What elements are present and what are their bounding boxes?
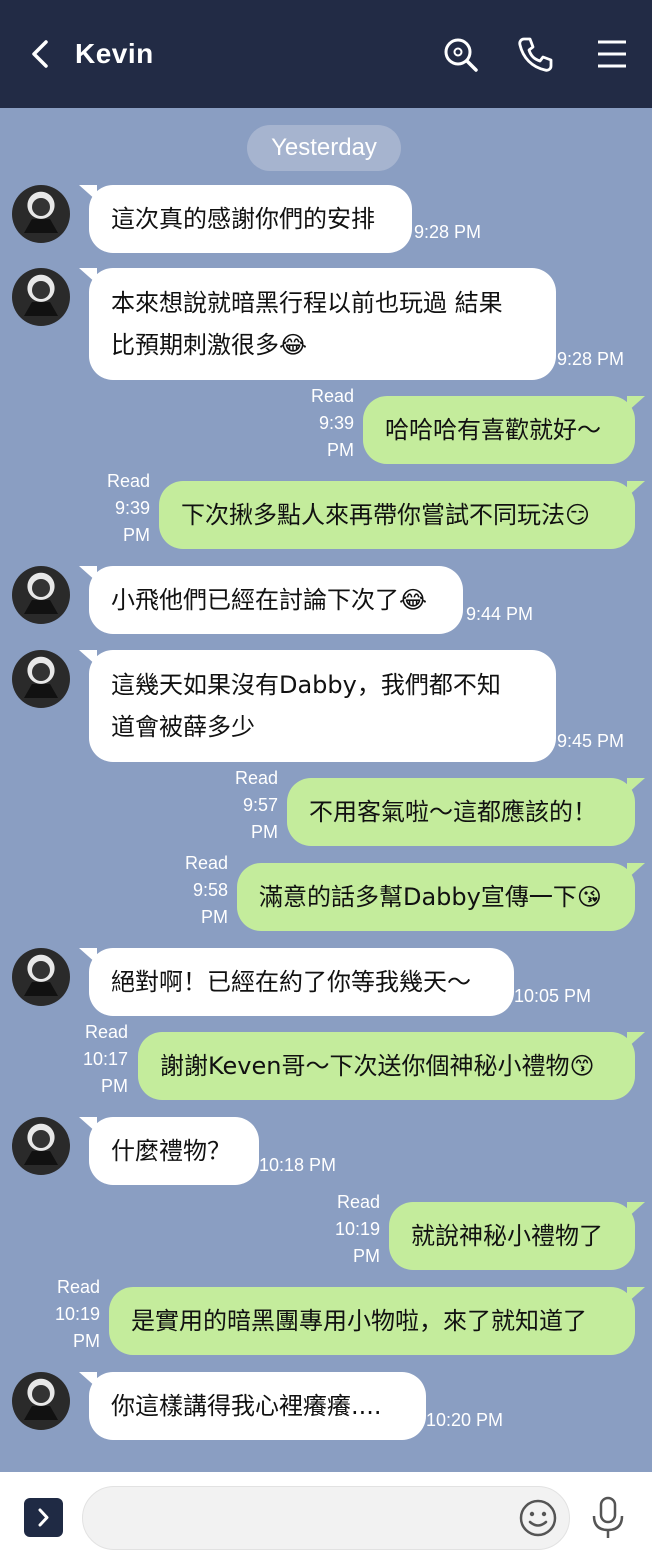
expand-button[interactable] (24, 1498, 63, 1537)
message-bubble-incoming[interactable]: 你這樣講得我心裡癢癢.... (79, 1372, 426, 1440)
avatar[interactable] (12, 650, 70, 708)
read-time: 9:39 (114, 498, 150, 518)
message-text: 謝謝Keven哥～下次送你個神秘小禮物😙 (160, 1052, 595, 1080)
message-text: 哈哈哈有喜歡就好～ (385, 416, 601, 444)
read-time: 9:58 (192, 880, 228, 900)
read-time-suffix: PM (73, 1331, 100, 1351)
read-time-suffix: PM (201, 907, 228, 927)
message-text: 不用客氣啦～這都應該的！ (309, 798, 597, 826)
message-bubble-outgoing[interactable]: 下次揪多點人來再帶你嘗試不同玩法😏 (159, 481, 645, 549)
read-label: Read (184, 853, 228, 873)
message-timestamp: 9:44 PM (466, 604, 534, 624)
avatar[interactable] (12, 185, 70, 243)
message-text: 是實用的暗黑團專用小物啦，來了就知道了 (131, 1307, 587, 1335)
message-timestamp: 10:20 PM (426, 1410, 504, 1430)
avatar[interactable] (12, 268, 70, 326)
message-text: 這次真的感謝你們的安排 (111, 205, 375, 233)
message-text: 你這樣講得我心裡癢癢.... (111, 1392, 382, 1420)
message-timestamp: 9:28 PM (557, 349, 625, 369)
menu-icon[interactable] (592, 34, 632, 74)
read-label: Read (336, 1192, 380, 1212)
message-text: 滿意的話多幫Dabby宣傳一下😘 (259, 883, 602, 911)
back-icon[interactable] (28, 36, 52, 72)
read-receipt: Read 10:19 PM (44, 1274, 100, 1355)
read-time-suffix: PM (251, 822, 278, 842)
read-receipt: Read 10:19 PM (326, 1189, 380, 1270)
message-bubble-outgoing[interactable]: 不用客氣啦～這都應該的！ (287, 778, 645, 846)
read-receipt: Read 9:39 PM (96, 468, 150, 549)
message-bubble-outgoing[interactable]: 滿意的話多幫Dabby宣傳一下😘 (237, 863, 645, 931)
read-label: Read (234, 768, 278, 788)
message-bubble-incoming[interactable]: 這幾天如果沒有Dabby，我們都不知 道會被薛多少 (79, 650, 556, 762)
contact-name: Kevin (75, 38, 154, 69)
message-bubble-incoming[interactable]: 這次真的感謝你們的安排 (79, 185, 412, 253)
message-text: 這幾天如果沒有Dabby，我們都不知 道會被薛多少 (111, 671, 501, 741)
read-time: 9:39 (318, 413, 354, 433)
read-time-suffix: PM (327, 440, 354, 460)
read-time: 10:19 (334, 1219, 380, 1239)
message-timestamp: 9:28 PM (414, 222, 482, 242)
read-time: 10:17 (82, 1049, 128, 1069)
message-timestamp: 10:05 PM (514, 986, 592, 1006)
avatar[interactable] (12, 1372, 70, 1430)
message-text: 就說神秘小禮物了 (411, 1222, 603, 1250)
message-bubble-incoming[interactable]: 小飛他們已經在討論下次了😂 (79, 566, 463, 634)
read-receipt: Read 9:58 PM (174, 850, 228, 931)
emoji-icon[interactable] (518, 1498, 558, 1538)
message-bubble-outgoing[interactable]: 哈哈哈有喜歡就好～ (363, 396, 645, 464)
phone-icon[interactable] (515, 34, 555, 74)
message-timestamp: 9:45 PM (557, 731, 625, 751)
message-bubble-outgoing[interactable]: 就說神秘小禮物了 (389, 1202, 645, 1270)
read-label: Read (84, 1022, 128, 1042)
message-text: 下次揪多點人來再帶你嘗試不同玩法😏 (181, 501, 591, 529)
message-bubble-incoming[interactable]: 本來想說就暗黑行程以前也玩過 結果 比預期刺激很多😂 (79, 268, 556, 380)
read-time: 9:57 (242, 795, 278, 815)
message-bubble-outgoing[interactable]: 謝謝Keven哥～下次送你個神秘小禮物😙 (138, 1032, 645, 1100)
avatar[interactable] (12, 1117, 70, 1175)
read-receipt: Read 9:39 PM (300, 383, 354, 464)
read-time-suffix: PM (123, 525, 150, 545)
read-label: Read (106, 471, 150, 491)
avatar[interactable] (12, 566, 70, 624)
message-timestamp: 10:18 PM (259, 1155, 337, 1175)
read-receipt: Read 10:17 PM (72, 1019, 128, 1100)
expand-icon (38, 1508, 49, 1527)
message-input-bar (0, 1472, 652, 1568)
read-time-suffix: PM (353, 1246, 380, 1266)
message-text: 絕對啊！已經在約了你等我幾天～ (111, 968, 471, 996)
message-bubble-outgoing[interactable]: 是實用的暗黑團專用小物啦，來了就知道了 (109, 1287, 645, 1355)
message-text: 什麼禮物？ (111, 1137, 231, 1165)
message-bubble-incoming[interactable]: 絕對啊！已經在約了你等我幾天～ (79, 948, 514, 1016)
read-time-suffix: PM (101, 1076, 128, 1096)
message-input[interactable] (82, 1486, 570, 1550)
mic-icon[interactable] (588, 1494, 628, 1542)
read-label: Read (310, 386, 354, 406)
read-time: 10:19 (54, 1304, 100, 1324)
read-label: Read (56, 1277, 100, 1297)
chat-header: Kevin (0, 0, 652, 108)
date-separator: Yesterday (247, 125, 401, 171)
message-text: 小飛他們已經在討論下次了😂 (111, 586, 428, 614)
read-receipt: Read 9:57 PM (224, 765, 278, 846)
search-icon[interactable] (440, 34, 480, 74)
message-bubble-incoming[interactable]: 什麼禮物？ (79, 1117, 259, 1185)
message-text: 本來想說就暗黑行程以前也玩過 結果 比預期刺激很多😂 (111, 289, 503, 359)
avatar[interactable] (12, 948, 70, 1006)
